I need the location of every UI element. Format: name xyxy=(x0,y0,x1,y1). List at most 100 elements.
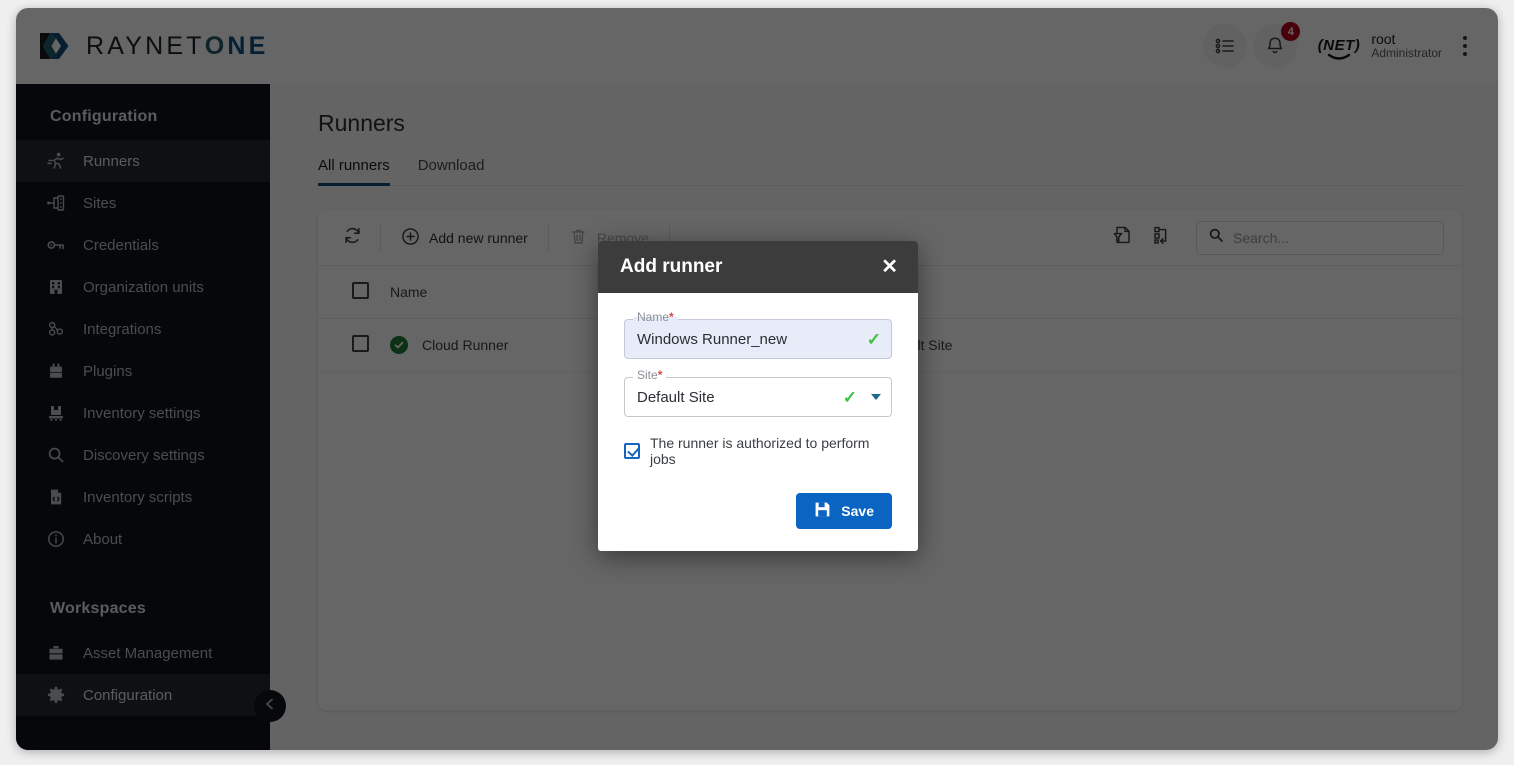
name-field[interactable]: Name* ✓ xyxy=(624,319,892,359)
brand-word-rayne: RAYNET xyxy=(86,32,205,60)
search-box[interactable] xyxy=(1196,221,1444,255)
search-icon xyxy=(46,445,66,465)
site-field-label: Site* xyxy=(633,369,666,381)
sidebar-collapse-button[interactable] xyxy=(254,690,286,722)
sidebar-item-label: Runners xyxy=(83,153,140,170)
bell-icon[interactable]: 4 xyxy=(1253,24,1297,68)
sidebar-item-discovery-settings[interactable]: Discovery settings xyxy=(16,434,270,476)
brand-wordmark: RAYNETONE xyxy=(86,32,269,61)
refresh-button[interactable] xyxy=(332,218,372,258)
sidebar-item-label: Credentials xyxy=(83,237,159,254)
toolbar-separator xyxy=(548,225,549,251)
site-field-box: Default Site ✓ xyxy=(624,377,892,417)
brand-word-ne: NE xyxy=(227,32,268,60)
row-select-checkbox[interactable] xyxy=(352,335,369,352)
search-input[interactable] xyxy=(1233,230,1432,246)
trash-icon xyxy=(569,227,588,249)
add-runner-dialog: Add runner ✕ Name* ✓ Site* Default Site … xyxy=(598,241,918,551)
user-role: Administrator xyxy=(1371,47,1442,61)
plugin-icon xyxy=(46,361,66,381)
sidebar-item-label: About xyxy=(83,531,122,548)
sidebar-section-configuration: Configuration xyxy=(16,98,270,140)
sidebar-item-runners[interactable]: Runners xyxy=(16,140,270,182)
script-file-icon xyxy=(46,487,66,507)
save-button-label: Save xyxy=(841,503,874,519)
sidebar-item-inventory-scripts[interactable]: Inventory scripts xyxy=(16,476,270,518)
user-meta: root Administrator xyxy=(1371,31,1442,61)
column-settings-button[interactable] xyxy=(1142,218,1182,258)
brand-word-o: O xyxy=(205,32,228,60)
add-new-runner-label: Add new runner xyxy=(429,230,528,246)
kebab-dot xyxy=(1463,52,1467,56)
building-icon xyxy=(46,277,66,297)
chevron-down-icon[interactable] xyxy=(871,394,881,400)
name-input[interactable] xyxy=(637,331,859,348)
site-value: Default Site xyxy=(637,389,835,406)
sidebar-item-inventory-settings[interactable]: Inventory settings xyxy=(16,392,270,434)
top-bar: RAYNETONE 4 xyxy=(16,8,1498,84)
toolbar-separator xyxy=(380,225,381,251)
close-icon[interactable]: ✕ xyxy=(879,253,900,281)
search-icon xyxy=(1208,227,1224,248)
required-marker: * xyxy=(669,310,674,324)
check-icon: ✓ xyxy=(867,331,881,348)
sidebar-item-integrations[interactable]: Integrations xyxy=(16,308,270,350)
plus-circle-icon xyxy=(401,227,420,249)
sidebar-item-plugins[interactable]: Plugins xyxy=(16,350,270,392)
sidebar-item-label: Discovery settings xyxy=(83,447,205,464)
brand-logo[interactable]: RAYNETONE xyxy=(38,31,269,61)
add-new-runner-button[interactable]: Add new runner xyxy=(389,219,540,257)
dialog-body: Name* ✓ Site* Default Site ✓ The runner … xyxy=(598,293,918,551)
name-label-text: Name xyxy=(637,310,669,324)
tab-bar: All runners Download xyxy=(318,157,1462,186)
user-menu[interactable]: (NET) root Administrator xyxy=(1317,24,1442,68)
authorize-checkbox-label: The runner is authorized to perform jobs xyxy=(650,435,892,467)
column-settings-icon xyxy=(1151,224,1173,251)
site-label-text: Site xyxy=(637,368,658,382)
column-header-site[interactable]: Site xyxy=(880,266,1462,319)
sidebar-item-label: Sites xyxy=(83,195,116,212)
refresh-icon xyxy=(342,225,363,251)
sidebar-item-credentials[interactable]: Credentials xyxy=(16,224,270,266)
sidebar-item-label: Integrations xyxy=(83,321,161,338)
sidebar-section-workspaces: Workspaces xyxy=(16,560,270,632)
name-field-label: Name* xyxy=(633,311,678,323)
notifications-badge: 4 xyxy=(1281,22,1300,41)
integrations-icon xyxy=(46,319,66,339)
site-field[interactable]: Site* Default Site ✓ xyxy=(624,377,892,417)
runner-icon xyxy=(46,151,66,171)
svg-text:(NET): (NET) xyxy=(1318,37,1361,54)
sidebar-item-asset-management[interactable]: Asset Management xyxy=(16,632,270,674)
sidebar: Configuration Runners xyxy=(16,84,270,750)
sidebar-item-label: Inventory scripts xyxy=(83,489,192,506)
save-button[interactable]: Save xyxy=(796,493,892,529)
avatar: (NET) xyxy=(1317,24,1361,68)
dialog-header: Add runner ✕ xyxy=(598,241,918,293)
tab-download[interactable]: Download xyxy=(418,157,485,186)
kebab-menu-icon[interactable] xyxy=(1454,24,1476,68)
sites-icon xyxy=(46,193,66,213)
select-all-checkbox[interactable] xyxy=(352,282,369,299)
status-ok-icon xyxy=(390,336,408,354)
list-tasks-icon[interactable] xyxy=(1203,24,1247,68)
tab-all-runners[interactable]: All runners xyxy=(318,157,390,186)
export-filter-button[interactable] xyxy=(1102,218,1142,258)
sidebar-item-label: Organization units xyxy=(83,279,204,296)
sidebar-item-label: Configuration xyxy=(83,687,172,704)
user-name: root xyxy=(1371,31,1442,47)
sidebar-item-label: Asset Management xyxy=(83,645,212,662)
sidebar-item-organization-units[interactable]: Organization units xyxy=(16,266,270,308)
authorize-checkbox-row[interactable]: The runner is authorized to perform jobs xyxy=(624,435,892,467)
authorize-checkbox[interactable] xyxy=(624,443,640,459)
sidebar-item-configuration[interactable]: Configuration xyxy=(16,674,270,716)
sidebar-item-about[interactable]: About xyxy=(16,518,270,560)
page-title: Runners xyxy=(318,110,1462,137)
chevron-left-icon xyxy=(263,697,277,716)
name-field-box: ✓ xyxy=(624,319,892,359)
info-icon xyxy=(46,529,66,549)
required-marker: * xyxy=(658,368,663,382)
save-disk-icon xyxy=(814,501,831,521)
inventory-settings-icon xyxy=(46,403,66,423)
sidebar-item-sites[interactable]: Sites xyxy=(16,182,270,224)
top-actions: 4 (NET) root Administrator xyxy=(1203,24,1476,68)
